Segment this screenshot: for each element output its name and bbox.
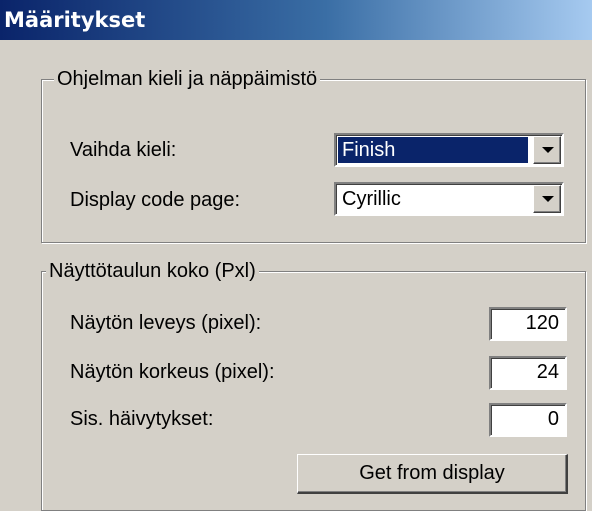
settings-panel: Ohjelman kieli ja näppäimistö Vaihda kie…	[6, 40, 586, 511]
fade-label: Sis. häivytykset:	[70, 408, 214, 430]
display-size-group-legend: Näyttötaulun koko (Pxl)	[46, 259, 259, 283]
display-height-input[interactable]: 24	[489, 356, 567, 390]
code-page-select[interactable]: Cyrillic	[334, 182, 564, 216]
display-height-label: Näytön korkeus (pixel):	[70, 361, 275, 383]
language-select[interactable]: Finish	[334, 133, 564, 167]
display-width-label: Näytön leveys (pixel):	[70, 312, 262, 334]
language-dropdown-button[interactable]	[533, 136, 561, 164]
code-page-label: Display code page:	[70, 189, 241, 211]
language-group: Ohjelman kieli ja näppäimistö Vaihda kie…	[41, 67, 586, 243]
language-group-legend: Ohjelman kieli ja näppäimistö	[54, 67, 321, 91]
display-size-group: Näyttötaulun koko (Pxl) Näytön leveys (p…	[41, 259, 586, 511]
code-page-dropdown-button[interactable]	[533, 185, 561, 213]
window-title: Määritykset	[0, 0, 592, 40]
display-width-input[interactable]: 120	[489, 307, 567, 341]
chevron-down-icon	[542, 196, 554, 202]
code-page-select-value: Cyrillic	[342, 188, 401, 210]
language-select-value: Finish	[338, 137, 528, 163]
change-language-label: Vaihda kieli:	[70, 139, 177, 161]
chevron-down-icon	[542, 147, 554, 153]
fade-input[interactable]: 0	[489, 403, 567, 437]
get-from-display-button[interactable]: Get from display	[297, 454, 568, 494]
